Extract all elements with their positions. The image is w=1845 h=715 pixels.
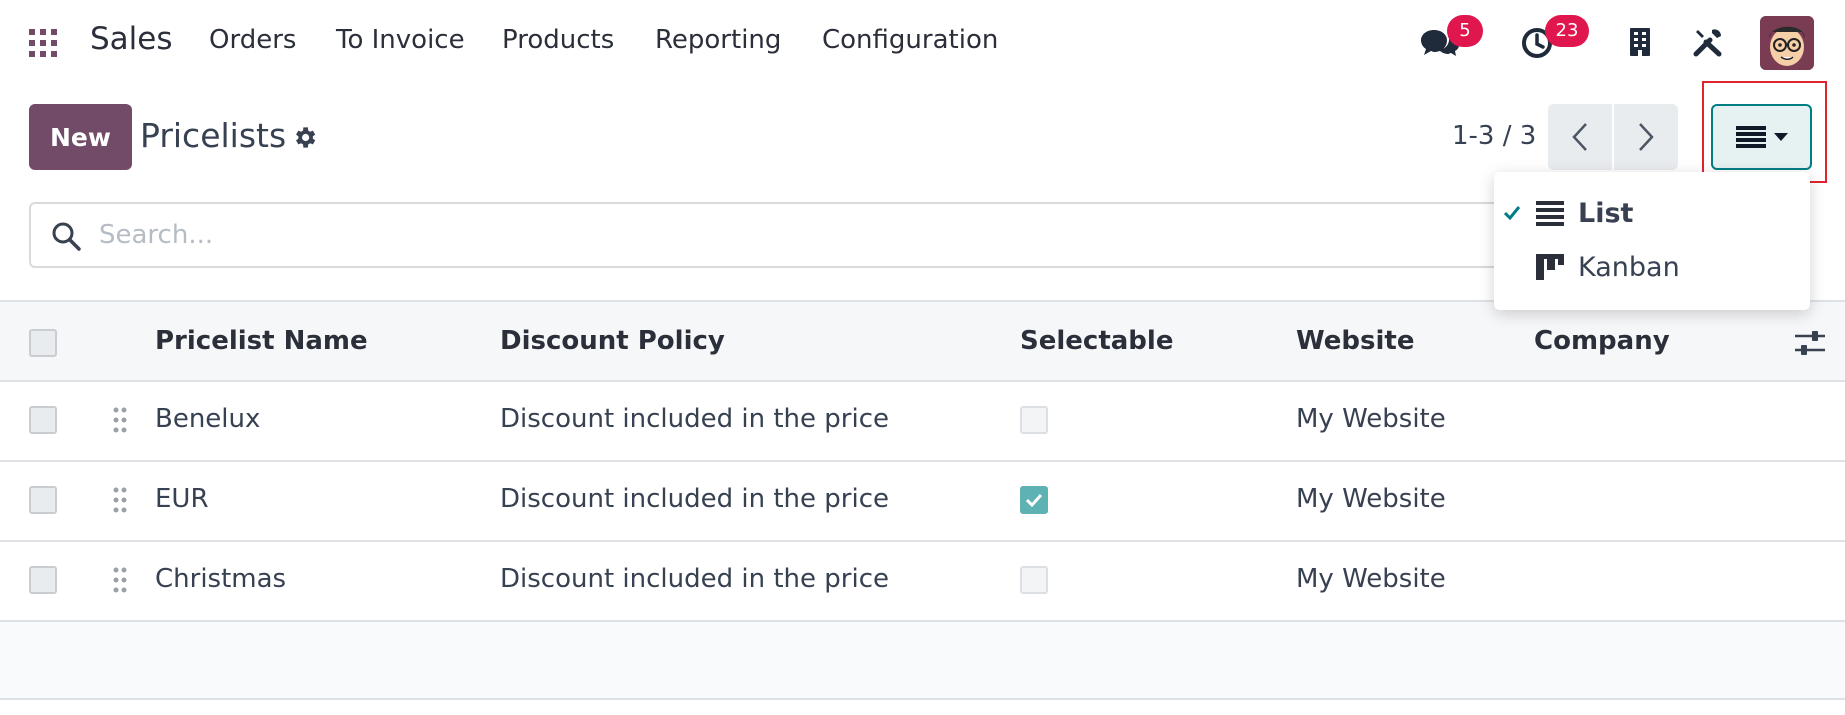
cell-discount-policy: Discount included in the price [500, 564, 889, 594]
cell-pricelist-name: Benelux [155, 404, 261, 434]
drag-handle-icon[interactable] [112, 486, 128, 514]
dropdown-item-list[interactable]: List [1494, 188, 1810, 238]
column-header-pricelist-name[interactable]: Pricelist Name [155, 326, 368, 356]
drag-handle-icon[interactable] [112, 406, 128, 434]
app-name[interactable]: Sales [90, 21, 173, 57]
selectable-checkbox [1020, 566, 1048, 594]
dropdown-item-kanban[interactable]: Kanban [1494, 242, 1810, 292]
search-input[interactable] [99, 214, 1499, 256]
user-avatar[interactable] [1760, 16, 1814, 70]
pager-next-button[interactable] [1614, 104, 1678, 170]
menu-configuration[interactable]: Configuration [822, 25, 998, 55]
cell-pricelist-name: EUR [155, 484, 209, 514]
view-switcher-dropdown: List Kanban [1494, 172, 1810, 310]
highlight-annotation [1702, 81, 1827, 183]
menu-to-invoice[interactable]: To Invoice [336, 25, 465, 55]
selectable-checkbox-checked [1020, 486, 1048, 514]
menu-products[interactable]: Products [502, 25, 614, 55]
new-button[interactable]: New [29, 104, 132, 170]
selectable-checkbox [1020, 406, 1048, 434]
search-bar [29, 202, 1589, 268]
cell-website: My Website [1296, 404, 1446, 434]
select-all-checkbox[interactable] [29, 329, 57, 357]
table-row[interactable]: Benelux Discount included in the price M… [0, 382, 1845, 462]
table-row[interactable]: Christmas Discount included in the price… [0, 542, 1845, 622]
chevron-left-icon [1572, 123, 1587, 151]
column-header-website[interactable]: Website [1296, 326, 1414, 356]
table-row[interactable]: EUR Discount included in the price My We… [0, 462, 1845, 542]
page-title: Pricelists [140, 116, 287, 155]
pager-previous-button[interactable] [1548, 104, 1612, 170]
optional-columns-icon[interactable] [1795, 330, 1825, 356]
search-icon[interactable] [51, 221, 81, 251]
table-header: Pricelist Name Discount Policy Selectabl… [0, 300, 1845, 382]
pager-value[interactable]: 1-3 / 3 [1452, 121, 1536, 151]
row-checkbox[interactable] [29, 406, 57, 434]
drag-handle-icon[interactable] [112, 566, 128, 594]
row-checkbox[interactable] [29, 486, 57, 514]
app-grid-icon[interactable] [29, 29, 58, 58]
activities-badge: 23 [1545, 15, 1589, 47]
checkmark-icon [1025, 493, 1043, 508]
menu-reporting[interactable]: Reporting [655, 25, 781, 55]
messages-badge: 5 [1447, 15, 1483, 47]
cell-website: My Website [1296, 564, 1446, 594]
column-header-discount-policy[interactable]: Discount Policy [500, 326, 725, 356]
company-building-icon[interactable] [1628, 27, 1652, 57]
table-footer [0, 622, 1845, 700]
menu-orders[interactable]: Orders [209, 25, 296, 55]
row-checkbox[interactable] [29, 566, 57, 594]
column-header-selectable[interactable]: Selectable [1020, 326, 1173, 356]
column-header-company[interactable]: Company [1534, 326, 1670, 356]
cell-website: My Website [1296, 484, 1446, 514]
cell-discount-policy: Discount included in the price [500, 484, 889, 514]
cell-pricelist-name: Christmas [155, 564, 287, 594]
dropdown-item-list-label: List [1578, 197, 1634, 229]
dropdown-item-kanban-label: Kanban [1578, 251, 1680, 283]
gear-icon[interactable] [291, 124, 318, 151]
cell-discount-policy: Discount included in the price [500, 404, 889, 434]
top-navbar: Sales Orders To Invoice Products Reporti… [0, 0, 1845, 84]
chevron-right-icon [1639, 123, 1654, 151]
check-icon [1503, 206, 1521, 221]
kanban-icon [1536, 254, 1564, 280]
list-icon [1536, 201, 1564, 226]
debug-tools-icon[interactable] [1692, 26, 1724, 58]
